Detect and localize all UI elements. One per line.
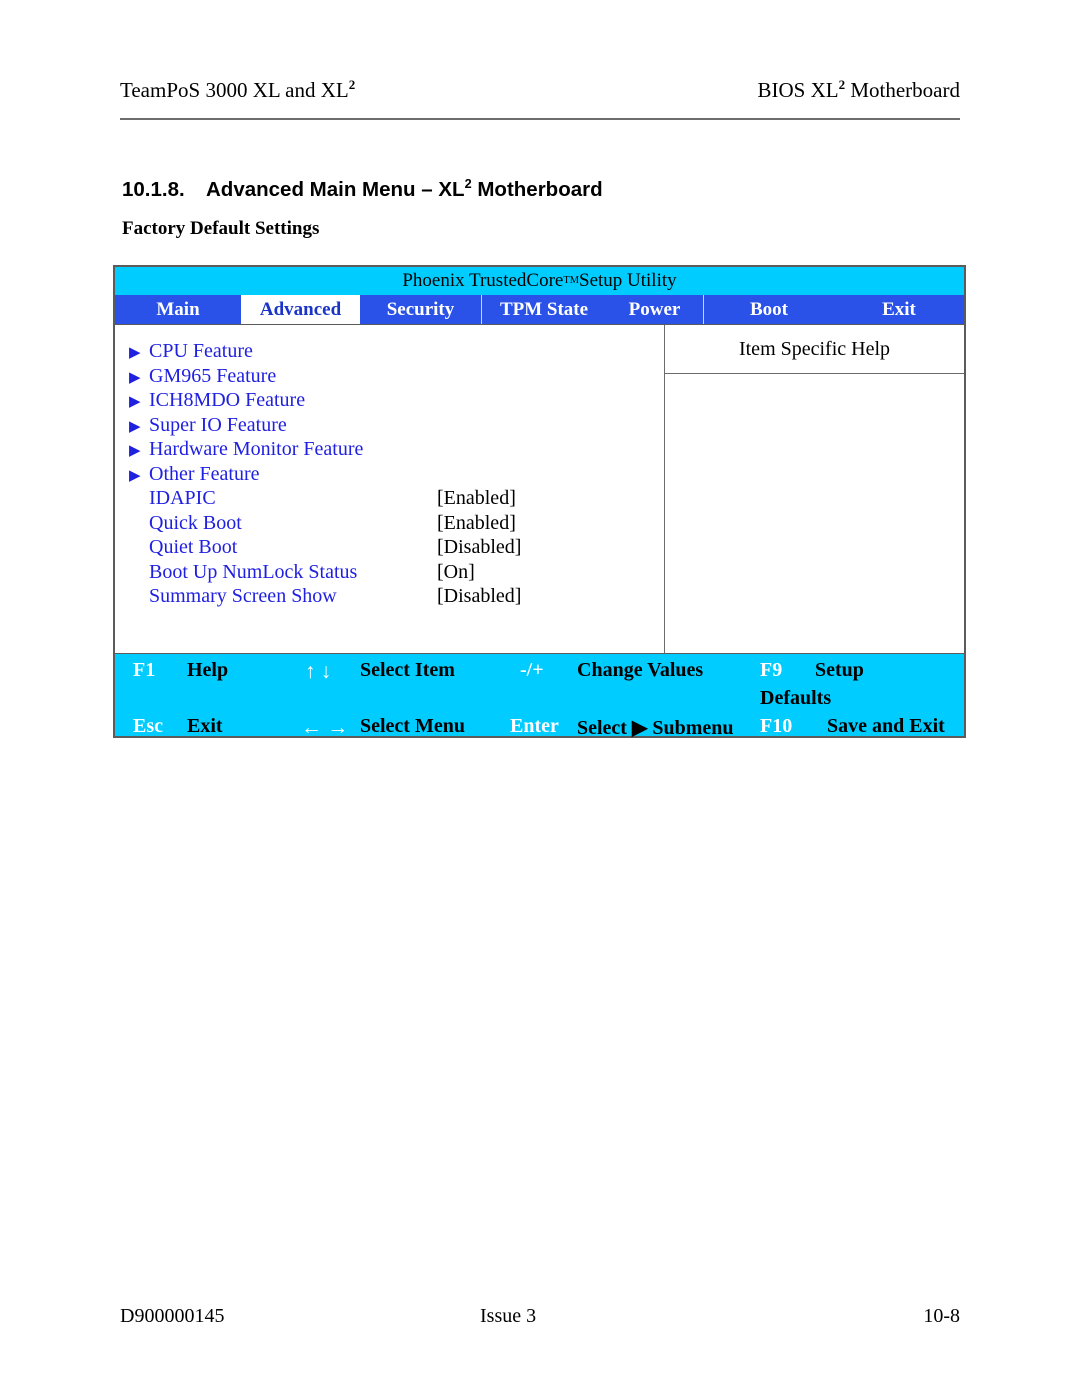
menu-item-label: GM965 Feature — [149, 364, 277, 387]
key-enter[interactable]: Enter — [510, 715, 559, 738]
settings-menu-list: ▶ CPU Feature ▶ GM965 Feature ▶ ICH8MDO … — [115, 325, 664, 610]
tab-main[interactable]: Main — [115, 295, 241, 324]
bios-key-legend-footer: F1 Help ↑ ↓ Select Item -/+ Change Value… — [115, 653, 964, 739]
tab-tpm-state[interactable]: TPM State — [481, 295, 606, 324]
help-panel-title: Item Specific Help — [665, 325, 964, 374]
menu-item-label: Summary Screen Show — [149, 585, 337, 607]
bios-tab-bar: Main Advanced Security TPM State Power B… — [115, 295, 964, 325]
section-title-suffix: Motherboard — [471, 178, 603, 201]
menu-item-quiet-boot[interactable]: ▶ Quiet Boot [Disabled] — [115, 536, 664, 561]
key-leftright-description: Select Menu — [360, 715, 465, 737]
bios-title-bar: Phoenix TrustedCore TM Setup Utility — [115, 267, 964, 295]
no-arrow-spacer: ▶ — [129, 542, 149, 557]
menu-item-other-feature[interactable]: ▶ Other Feature — [115, 463, 664, 488]
submenu-arrow-icon: ▶ — [631, 717, 648, 739]
submenu-arrow-icon: ▶ — [129, 443, 141, 459]
no-arrow-spacer: ▶ — [129, 493, 149, 508]
menu-item-label: Hardware Monitor Feature — [149, 438, 364, 460]
submenu-arrow-icon: ▶ — [129, 467, 141, 484]
left-right-arrows-icon: ← → — [301, 715, 349, 739]
menu-item-gm965-feature[interactable]: ▶ GM965 Feature — [115, 365, 664, 390]
menu-item-value[interactable]: [Enabled] — [437, 512, 516, 535]
menu-item-label: ICH8MDO Feature — [149, 389, 306, 411]
tab-security[interactable]: Security — [360, 295, 481, 324]
key-f9-description-line2: Defaults — [760, 687, 832, 709]
page-header: TeamPoS 3000 XL and XL2 BIOS XL2 Motherb… — [120, 78, 960, 120]
section-number: 10.1.8. — [122, 178, 185, 201]
page-header-left-superscript: 2 — [348, 77, 356, 92]
key-enter-description-pre: Select — [577, 717, 627, 739]
bios-body: ▶ CPU Feature ▶ GM965 Feature ▶ ICH8MDO … — [115, 325, 964, 655]
item-specific-help-panel: Item Specific Help — [665, 325, 964, 655]
menu-item-idapic[interactable]: ▶ IDAPIC [Enabled] — [115, 487, 664, 512]
key-f1[interactable]: F1 — [133, 659, 155, 682]
menu-item-label: Quick Boot — [149, 511, 242, 534]
menu-item-value[interactable]: [Enabled] — [437, 487, 516, 510]
section-heading: 10.1.8. Advanced Main Menu – XL2 Motherbo… — [122, 176, 603, 202]
page-number: 10-8 — [923, 1305, 960, 1327]
issue-number: Issue 3 — [480, 1305, 537, 1327]
tab-advanced[interactable]: Advanced — [241, 295, 360, 324]
menu-item-ich8mdo-feature[interactable]: ▶ ICH8MDO Feature — [115, 389, 664, 414]
submenu-arrow-icon: ▶ — [129, 394, 141, 410]
menu-item-label: CPU Feature — [149, 340, 253, 362]
menu-item-label: Boot Up NumLock Status — [149, 560, 358, 583]
no-arrow-spacer: ▶ — [129, 518, 149, 533]
menu-item-super-io-feature[interactable]: ▶ Super IO Feature — [115, 414, 664, 439]
menu-item-label: Other Feature — [149, 462, 260, 485]
key-plus-minus-description: Change Values — [577, 659, 704, 681]
key-plus-minus[interactable]: -/+ — [520, 659, 544, 682]
bios-title-prefix: Phoenix TrustedCore — [402, 270, 564, 291]
menu-item-value[interactable]: [On] — [437, 561, 475, 584]
menu-item-summary-screen-show[interactable]: ▶ Summary Screen Show [Disabled] — [115, 585, 664, 610]
key-enter-description: Select ▶ Submenu — [577, 715, 734, 740]
section-title-superscript: 2 — [464, 176, 472, 192]
section-title-prefix: Advanced Main Menu – XL — [206, 178, 465, 201]
key-f10[interactable]: F10 — [760, 715, 792, 738]
key-updown-description: Select Item — [360, 659, 455, 681]
menu-item-hardware-monitor-feature[interactable]: ▶ Hardware Monitor Feature — [115, 438, 664, 463]
no-arrow-spacer: ▶ — [129, 591, 149, 606]
menu-item-boot-up-numlock-status[interactable]: ▶ Boot Up NumLock Status [On] — [115, 561, 664, 586]
up-down-arrows-icon: ↑ ↓ — [305, 659, 332, 683]
tab-exit[interactable]: Exit — [834, 295, 964, 324]
menu-item-label: IDAPIC — [149, 487, 216, 509]
submenu-arrow-icon: ▶ — [129, 418, 141, 435]
page-header-left: TeamPoS 3000 XL and XL2 — [120, 77, 356, 102]
key-legend-row-1: F1 Help ↑ ↓ Select Item -/+ Change Value… — [115, 659, 964, 687]
key-f10-description: Save and Exit — [827, 715, 945, 737]
key-f1-description: Help — [187, 659, 229, 681]
key-f9-description: Setup — [815, 659, 864, 681]
submenu-arrow-icon: ▶ — [129, 369, 141, 386]
menu-item-cpu-feature[interactable]: ▶ CPU Feature — [115, 340, 664, 365]
key-legend-row-2: Defaults — [115, 687, 964, 715]
submenu-arrow-icon: ▶ — [129, 345, 141, 361]
key-esc[interactable]: Esc — [133, 715, 163, 738]
menu-item-label: Quiet Boot — [149, 536, 238, 558]
bios-title-suffix: Setup Utility — [579, 270, 677, 291]
key-f9[interactable]: F9 — [760, 659, 782, 682]
tab-power[interactable]: Power — [606, 295, 703, 324]
key-esc-description: Exit — [187, 715, 223, 737]
menu-item-quick-boot[interactable]: ▶ Quick Boot [Enabled] — [115, 512, 664, 537]
bios-setup-screen: Phoenix TrustedCore TM Setup Utility Main… — [113, 265, 966, 739]
menu-item-value[interactable]: [Disabled] — [437, 536, 521, 559]
menu-item-value[interactable]: [Disabled] — [437, 585, 521, 608]
menu-item-label: Super IO Feature — [149, 413, 287, 436]
key-enter-description-post: Submenu — [652, 717, 734, 739]
no-arrow-spacer: ▶ — [129, 567, 149, 582]
page-header-right: BIOS XL2 Motherboard — [757, 77, 961, 102]
sub-heading: Factory Default Settings — [122, 218, 320, 239]
document-number: D900000145 — [120, 1305, 225, 1327]
tab-boot[interactable]: Boot — [703, 295, 834, 324]
key-legend-row-3: Esc Exit ← → Select Menu Enter Select ▶ … — [115, 715, 964, 743]
